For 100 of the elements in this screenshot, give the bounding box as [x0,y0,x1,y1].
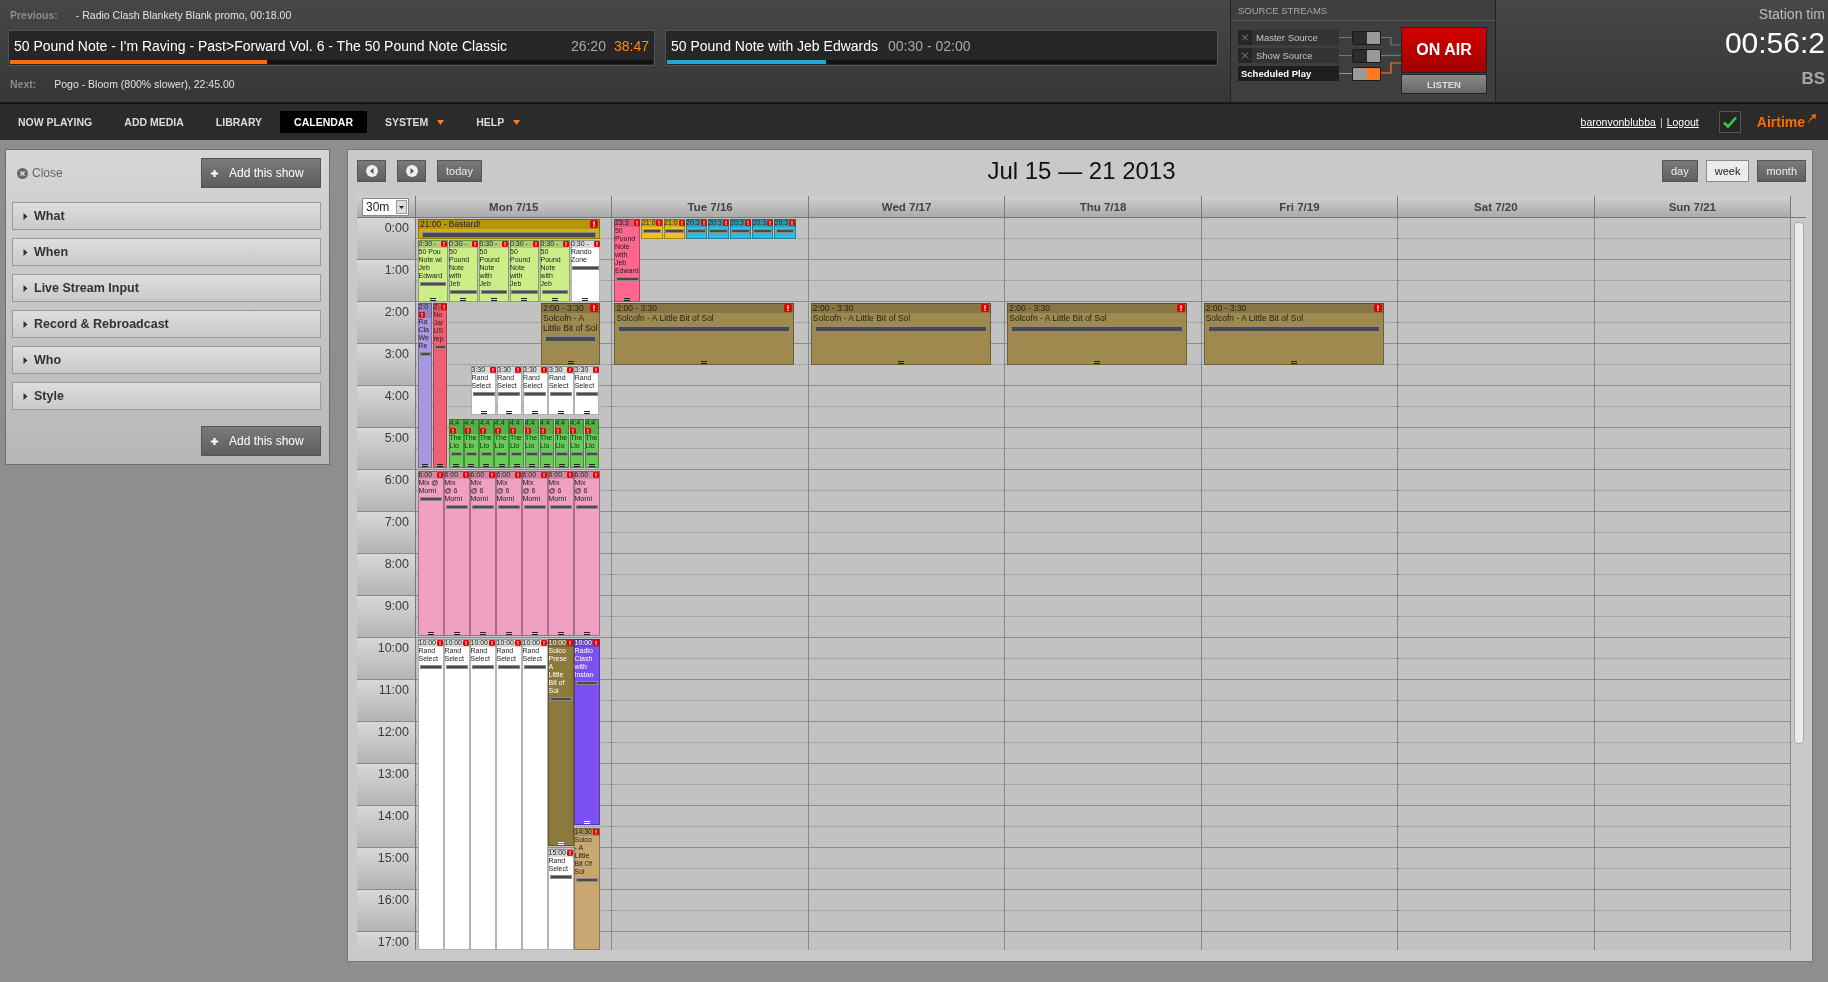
resize-handle-icon[interactable] [468,463,475,467]
resize-handle-icon[interactable] [479,631,486,635]
section-header[interactable]: Style [12,382,321,410]
username-link[interactable]: baronvonblubba [1580,116,1656,128]
toggle-switch[interactable] [1352,48,1381,63]
resize-handle-icon[interactable] [531,631,538,635]
toggle-switch[interactable] [1352,30,1381,45]
section-header[interactable]: When [12,238,321,266]
resize-handle-icon[interactable] [480,411,487,415]
calendar-event[interactable]: 2:00 - 3:30 Solcofn - A Little Bit of Sol [541,303,600,365]
time-label: 5:00 [384,431,409,445]
resize-handle-icon[interactable] [498,463,505,467]
section-header[interactable]: Live Stream Input [12,274,321,302]
resize-handle-icon[interactable] [567,361,574,364]
toggle-switch[interactable] [1352,66,1381,81]
calendar-event[interactable]: 2:00 - 3:30 Solcofn - A Little Bit of Sol [1203,303,1384,365]
progress-track [434,345,446,349]
slot-size-select[interactable]: 30m [362,197,409,216]
add-show-button[interactable]: Add this show [201,426,321,456]
progress-track [498,392,521,396]
calendar-event[interactable]: 2:00 - 3:30 Solcofn - A Little Bit of Sol [810,303,991,365]
resize-handle-icon[interactable] [460,298,467,301]
progress-track [753,229,772,233]
resize-handle-icon[interactable] [583,411,590,415]
nav-tab[interactable]: ADD MEDIA [110,111,198,133]
progress-track [709,229,728,233]
resize-handle-icon[interactable] [429,298,436,301]
day-header: Wed 7/17 [808,196,1006,217]
panel-title: SOURCE STREAMS [1238,4,1328,16]
resize-handle-icon[interactable] [483,463,490,467]
close-button[interactable]: Close [17,166,63,180]
resize-handle-icon[interactable] [557,631,564,635]
next-button[interactable] [397,160,426,182]
time-label: 0:00 [384,221,409,235]
scrollbar[interactable] [1793,222,1804,744]
resize-handle-icon[interactable] [506,411,513,415]
resize-handle-icon[interactable] [427,631,434,635]
event-time: 21:00 - Bastard! [420,219,481,229]
resize-handle-icon[interactable] [453,463,460,467]
progress-track [480,290,507,294]
calendar-event[interactable]: 21:00 - Bastard! [418,219,600,239]
resize-handle-icon[interactable] [582,298,589,301]
progress-track [731,229,750,233]
previous-button[interactable] [357,160,386,182]
time-label: 7:00 [384,515,409,529]
today-button[interactable]: today [437,160,482,182]
resize-handle-icon[interactable] [583,631,590,635]
time-label: 12:00 [377,725,409,739]
resize-handle-icon[interactable] [897,361,904,364]
resize-handle-icon[interactable] [551,298,558,301]
nav-tab[interactable]: LIBRARY [201,111,277,133]
resize-handle-icon[interactable] [701,361,708,364]
resize-handle-icon[interactable] [490,298,497,301]
view-button[interactable]: month [1757,160,1806,182]
progress-track [450,290,477,294]
time-label: 11:00 [378,683,409,697]
calendar-event[interactable]: 2:00 - 3:30 Solcofn - A Little Bit of Sol [1007,303,1188,365]
event-title: Solcofn - A Little Bit of Sol [1205,313,1304,323]
resize-handle-icon[interactable] [521,298,528,301]
resize-handle-icon[interactable] [624,298,631,301]
previous-label: Previous: [10,9,58,21]
resize-handle-icon[interactable] [559,463,565,467]
time-label: 3:00 [384,347,409,361]
resize-handle-icon[interactable] [532,411,539,415]
add-show-button[interactable]: Add this show [201,158,321,188]
view-button[interactable]: day [1662,160,1698,182]
station-time-label: Station tim [1758,6,1825,22]
resize-handle-icon[interactable] [583,820,590,824]
resize-handle-icon[interactable] [1094,361,1101,364]
resize-handle-icon[interactable] [513,463,520,467]
calendar-event[interactable]: 2:00 - 3:30 Solcofn - A Little Bit of Sol [614,303,795,365]
nav-tab[interactable]: NOW PLAYING [4,111,107,133]
time-label: 1:00 [384,263,409,277]
resize-handle-icon[interactable] [505,631,512,635]
progress-track [586,451,598,456]
resize-handle-icon[interactable] [557,841,564,845]
time-label: 16:00 [377,893,409,907]
resize-handle-icon[interactable] [543,463,550,467]
resize-handle-icon[interactable] [558,411,564,415]
logout-link[interactable]: Logout [1666,116,1699,128]
nav-tab[interactable]: HELP [462,111,535,133]
resize-handle-icon[interactable] [1290,361,1297,364]
view-button[interactable]: week [1705,160,1750,182]
resize-handle-icon[interactable] [422,463,428,467]
resize-handle-icon[interactable] [528,463,535,467]
section-header[interactable]: Record & Rebroadcast [12,310,321,338]
resize-handle-icon[interactable] [437,463,443,467]
progress-track [571,451,583,456]
source-label: Scheduled Play [1241,68,1312,79]
nav-tab[interactable]: CALENDAR [280,111,367,133]
progress-track [472,392,495,396]
resize-handle-icon[interactable] [453,631,460,635]
progress-track [549,697,572,701]
section-header[interactable]: Who [12,346,321,374]
nav-tab[interactable]: SYSTEM [371,111,459,133]
close-icon [17,167,28,179]
resize-handle-icon[interactable] [574,463,581,467]
resize-handle-icon[interactable] [589,463,596,467]
progress-track [419,282,446,286]
section-header[interactable]: What [12,202,321,230]
